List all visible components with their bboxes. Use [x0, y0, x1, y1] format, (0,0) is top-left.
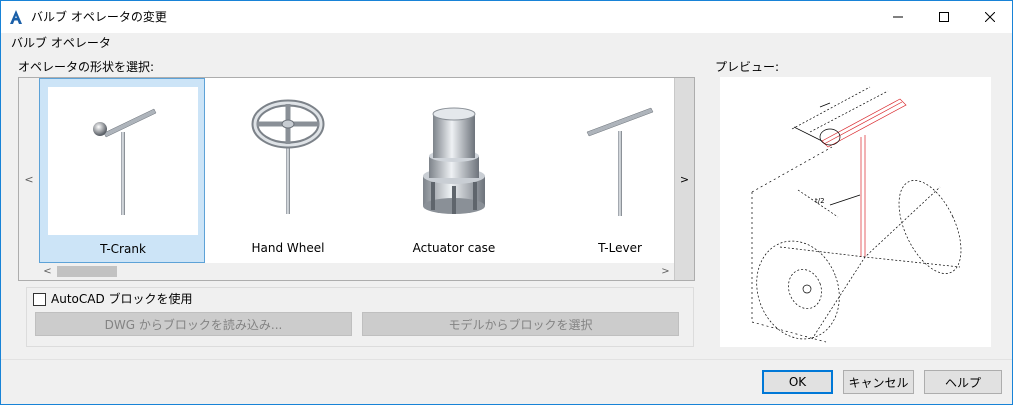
- title-bar: バルブ オペレータの変更: [1, 1, 1012, 33]
- use-autocad-block-checkbox[interactable]: [33, 293, 46, 306]
- preview-label: プレビュー:: [715, 60, 780, 74]
- shape-item-label: Hand Wheel: [251, 241, 325, 255]
- scrollbar-thumb[interactable]: [57, 266, 117, 277]
- scroll-right-icon[interactable]: >: [657, 263, 674, 280]
- select-block-from-model-button[interactable]: モデルからブロックを選択: [362, 312, 679, 336]
- maximize-button[interactable]: [921, 1, 967, 33]
- chevron-left-icon: <: [24, 172, 34, 186]
- chevron-right-icon: >: [679, 172, 690, 186]
- scroll-left-icon[interactable]: <: [39, 263, 56, 280]
- shape-item-actuator-case[interactable]: Actuator case: [371, 78, 537, 263]
- t-crank-preview-drawing: t/2: [751, 86, 962, 343]
- minimize-button[interactable]: [875, 1, 921, 33]
- help-button[interactable]: ヘルプ: [924, 370, 1002, 394]
- shape-item-t-lever[interactable]: T-Lever: [537, 78, 674, 263]
- valve-operator-group-title: バルブ オペレータ: [11, 36, 111, 50]
- maximize-icon: [939, 12, 949, 22]
- svg-text:t/2: t/2: [815, 197, 825, 205]
- actuator-case-thumbnail: [379, 86, 529, 234]
- gallery-prev-button[interactable]: <: [19, 78, 39, 280]
- window-title: バルブ オペレータの変更: [31, 10, 167, 24]
- hand-wheel-icon: [251, 99, 325, 214]
- load-block-from-dwg-button[interactable]: DWG からブロックを読み込み...: [35, 312, 352, 336]
- cancel-button[interactable]: キャンセル: [843, 370, 914, 394]
- hand-wheel-thumbnail: [213, 86, 363, 234]
- thumbnail-list: T-Crank Hand Wheel Actuator case T-Lever: [39, 78, 674, 263]
- t-lever-thumbnail: [545, 86, 674, 234]
- shape-item-hand-wheel[interactable]: Hand Wheel: [205, 78, 371, 263]
- t-lever-icon: [586, 107, 654, 216]
- t-crank-icon: [93, 108, 157, 215]
- shape-item-t-crank[interactable]: T-Crank: [39, 78, 205, 263]
- autocad-plant-icon: [10, 10, 22, 24]
- gallery-next-button[interactable]: >: [674, 78, 694, 280]
- gallery-horizontal-scrollbar[interactable]: < >: [39, 263, 674, 280]
- shape-item-label: Actuator case: [412, 241, 496, 255]
- close-button[interactable]: [967, 1, 1013, 33]
- ok-button[interactable]: OK: [762, 370, 833, 394]
- operator-shape-label: オペレータの形状を選択:: [18, 60, 155, 74]
- minimize-icon: [893, 16, 903, 18]
- use-autocad-block-label[interactable]: AutoCAD ブロックを使用: [51, 292, 193, 306]
- shape-item-label: T-Crank: [100, 242, 146, 256]
- actuator-case-icon: [423, 107, 485, 214]
- dialog-window: バルブ オペレータの変更 バルブ オペレータ オペレータの形状を選択: プレビュ…: [0, 0, 1013, 405]
- close-icon: [985, 12, 995, 22]
- preview-pane: t/2: [720, 77, 991, 347]
- shape-item-label: T-Lever: [598, 241, 642, 255]
- operator-shape-gallery: < T-Crank Hand Wheel Actuator case T-Lev…: [18, 77, 695, 281]
- t-crank-thumbnail: [48, 87, 198, 235]
